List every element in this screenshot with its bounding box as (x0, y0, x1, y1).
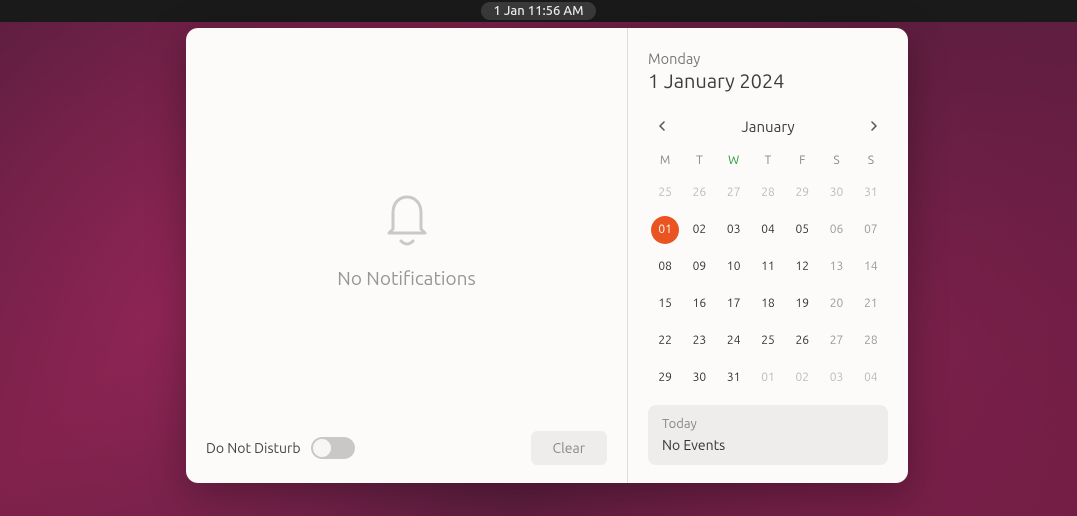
no-notifications-label: No Notifications (337, 267, 476, 289)
day-cell[interactable]: 09 (682, 251, 716, 282)
month-label: January (741, 118, 794, 135)
calendar-grid: MTWTFSS252627282930310102030405060708091… (648, 150, 888, 393)
events-today-label: Today (662, 417, 874, 431)
day-cell[interactable]: 20 (819, 288, 853, 319)
day-head: S (819, 150, 853, 171)
notifications-footer: Do Not Disturb Clear (206, 431, 607, 465)
day-cell[interactable]: 08 (648, 251, 682, 282)
day-cell[interactable]: 23 (682, 325, 716, 356)
day-cell[interactable]: 07 (854, 214, 888, 245)
dnd-toggle[interactable] (311, 437, 355, 459)
day-head: M (648, 150, 682, 171)
day-cell[interactable]: 27 (717, 177, 751, 208)
chevron-right-icon (869, 121, 879, 131)
day-cell[interactable]: 05 (785, 214, 819, 245)
day-cell[interactable]: 30 (819, 177, 853, 208)
day-cell[interactable]: 12 (785, 251, 819, 282)
day-cell[interactable]: 04 (854, 362, 888, 393)
weekday-label: Monday (648, 50, 888, 67)
day-head: T (682, 150, 716, 171)
dnd-toggle-handle (313, 439, 331, 457)
calendar-pane: Monday 1 January 2024 January MTWTFSS252… (628, 28, 908, 483)
notifications-pane: No Notifications Do Not Disturb Clear (186, 28, 628, 483)
day-cell[interactable]: 17 (717, 288, 751, 319)
day-cell[interactable]: 14 (854, 251, 888, 282)
day-head: W (717, 150, 751, 171)
chevron-left-icon (657, 121, 667, 131)
clock-button[interactable]: 1 Jan 11:56 AM (481, 2, 595, 20)
clear-button[interactable]: Clear (531, 431, 607, 465)
notification-calendar-panel: No Notifications Do Not Disturb Clear Mo… (186, 28, 908, 483)
events-box: Today No Events (648, 405, 888, 465)
day-cell[interactable]: 24 (717, 325, 751, 356)
full-date-label: 1 January 2024 (648, 69, 888, 92)
day-head: F (785, 150, 819, 171)
prev-month-button[interactable] (652, 116, 672, 136)
day-cell[interactable]: 26 (682, 177, 716, 208)
day-cell[interactable]: 04 (751, 214, 785, 245)
day-cell[interactable]: 25 (648, 177, 682, 208)
day-cell[interactable]: 11 (751, 251, 785, 282)
day-head: T (751, 150, 785, 171)
day-head: S (854, 150, 888, 171)
day-cell[interactable]: 02 (682, 214, 716, 245)
dnd-label: Do Not Disturb (206, 440, 301, 456)
day-cell[interactable]: 28 (751, 177, 785, 208)
day-cell[interactable]: 02 (785, 362, 819, 393)
day-cell[interactable]: 28 (854, 325, 888, 356)
day-cell[interactable]: 15 (648, 288, 682, 319)
day-cell[interactable]: 25 (751, 325, 785, 356)
day-cell[interactable]: 18 (751, 288, 785, 319)
date-header: Monday 1 January 2024 (648, 50, 888, 116)
bell-icon (383, 189, 431, 249)
day-cell[interactable]: 03 (819, 362, 853, 393)
day-cell[interactable]: 01 (751, 362, 785, 393)
day-cell[interactable]: 03 (717, 214, 751, 245)
day-cell[interactable]: 01 (648, 214, 682, 245)
day-cell[interactable]: 16 (682, 288, 716, 319)
top-bar: 1 Jan 11:56 AM (0, 0, 1077, 22)
day-cell[interactable]: 31 (717, 362, 751, 393)
month-nav: January (648, 116, 888, 136)
day-cell[interactable]: 10 (717, 251, 751, 282)
dnd-group: Do Not Disturb (206, 437, 355, 459)
day-cell[interactable]: 13 (819, 251, 853, 282)
day-cell[interactable]: 31 (854, 177, 888, 208)
day-cell[interactable]: 27 (819, 325, 853, 356)
next-month-button[interactable] (864, 116, 884, 136)
day-cell[interactable]: 29 (648, 362, 682, 393)
day-cell[interactable]: 30 (682, 362, 716, 393)
day-cell[interactable]: 29 (785, 177, 819, 208)
notifications-empty-state: No Notifications (206, 46, 607, 431)
day-cell[interactable]: 21 (854, 288, 888, 319)
day-cell[interactable]: 06 (819, 214, 853, 245)
day-cell[interactable]: 22 (648, 325, 682, 356)
day-cell[interactable]: 19 (785, 288, 819, 319)
day-cell[interactable]: 26 (785, 325, 819, 356)
no-events-label: No Events (662, 437, 874, 453)
